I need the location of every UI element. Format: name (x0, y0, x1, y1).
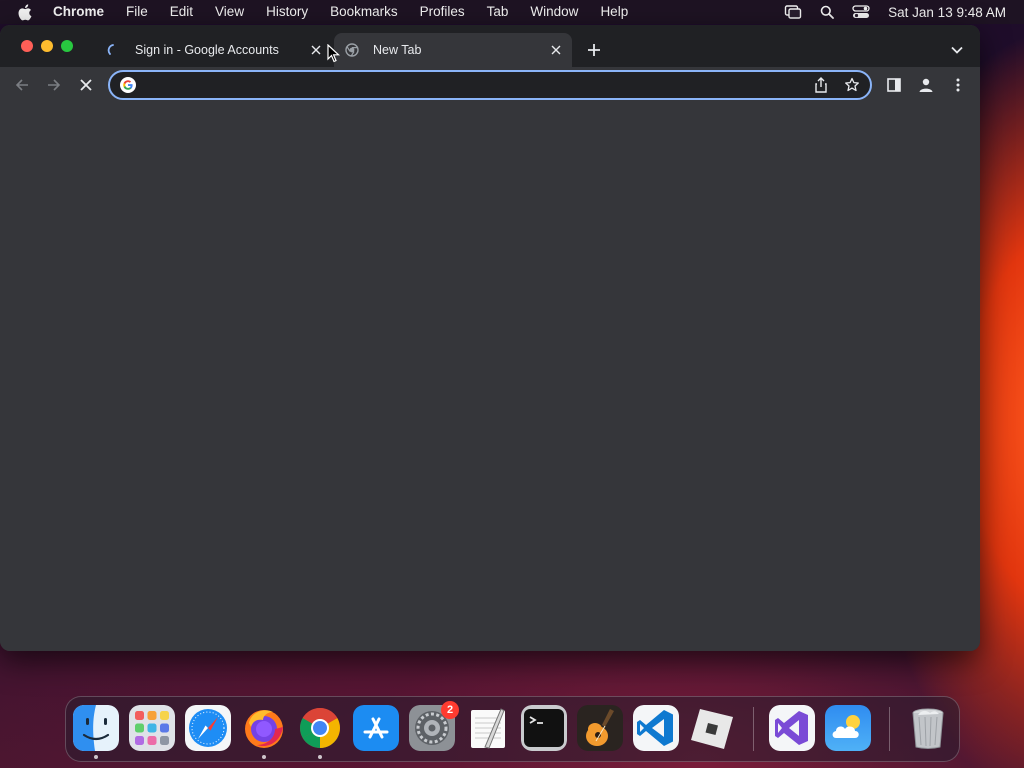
minimize-window-button[interactable] (41, 40, 53, 52)
apple-menu-icon[interactable] (17, 3, 35, 21)
spotlight-search-icon[interactable] (820, 5, 835, 19)
menu-icon[interactable] (948, 75, 968, 95)
share-icon[interactable] (811, 75, 831, 95)
tab-strip: Sign in - Google Accounts New Tab (0, 25, 980, 67)
weather-icon[interactable] (825, 705, 871, 751)
chrome-newtab-icon (344, 42, 360, 58)
menu-edit[interactable]: Edit (170, 0, 193, 24)
new-tab-button[interactable] (585, 41, 603, 59)
tab-title: Sign in - Google Accounts (135, 43, 279, 57)
profile-icon[interactable] (916, 75, 936, 95)
close-window-button[interactable] (21, 40, 33, 52)
menu-app-name[interactable]: Chrome (53, 0, 104, 24)
menu-help[interactable]: Help (600, 0, 628, 24)
back-icon[interactable] (12, 75, 32, 95)
menu-window[interactable]: Window (530, 0, 578, 24)
running-indicator (262, 755, 266, 759)
bookmark-star-icon[interactable] (842, 75, 862, 95)
menu-history[interactable]: History (266, 0, 308, 24)
safari-icon[interactable] (185, 705, 231, 751)
firefox-icon[interactable] (241, 705, 287, 751)
tab-search-chevron-icon[interactable] (950, 42, 966, 58)
tab-sign-in[interactable]: Sign in - Google Accounts (96, 33, 332, 67)
garageband-icon[interactable] (577, 705, 623, 751)
tab-new-tab[interactable]: New Tab (334, 33, 572, 67)
tab-title: New Tab (373, 43, 422, 57)
menu-tab[interactable]: Tab (487, 0, 509, 24)
macos-menu-bar: Chrome File Edit View History Bookmarks … (0, 0, 1024, 24)
running-indicator (318, 755, 322, 759)
page-content[interactable] (0, 103, 980, 651)
fullscreen-window-button[interactable] (61, 40, 73, 52)
side-panel-icon[interactable] (884, 75, 904, 95)
stop-loading-icon[interactable] (76, 75, 96, 95)
chrome-window: Sign in - Google Accounts New Tab (0, 25, 980, 651)
mouse-cursor-icon (327, 44, 341, 63)
screen-mirroring-icon[interactable] (784, 4, 802, 20)
menu-view[interactable]: View (215, 0, 244, 24)
finder-icon[interactable] (73, 705, 119, 751)
control-center-icon[interactable] (852, 5, 870, 19)
google-g-icon (120, 77, 136, 93)
notification-badge: 2 (441, 701, 459, 719)
google-chrome-icon[interactable] (297, 705, 343, 751)
browser-toolbar (0, 67, 980, 103)
visual-studio-icon[interactable] (769, 705, 815, 751)
menu-file[interactable]: File (126, 0, 148, 24)
dock-separator (889, 707, 890, 751)
close-tab-icon[interactable] (308, 42, 324, 58)
omnibox-input[interactable] (144, 73, 811, 97)
visual-studio-code-icon[interactable] (633, 705, 679, 751)
running-indicator (94, 755, 98, 759)
launchpad-icon[interactable] (129, 705, 175, 751)
app-store-icon[interactable] (353, 705, 399, 751)
forward-icon[interactable] (44, 75, 64, 95)
address-bar[interactable] (108, 70, 872, 100)
dock: 2 (65, 696, 960, 762)
terminal-icon[interactable] (521, 705, 567, 751)
roblox-icon[interactable] (689, 705, 735, 751)
window-controls (21, 40, 73, 52)
menu-profiles[interactable]: Profiles (420, 0, 465, 24)
menu-bookmarks[interactable]: Bookmarks (330, 0, 398, 24)
menubar-clock[interactable]: Sat Jan 13 9:48 AM (888, 5, 1006, 20)
dock-separator (753, 707, 754, 751)
loading-spinner-icon (106, 42, 122, 58)
trash-icon[interactable] (905, 705, 951, 751)
close-tab-icon[interactable] (548, 42, 564, 58)
textedit-icon[interactable] (465, 705, 511, 751)
